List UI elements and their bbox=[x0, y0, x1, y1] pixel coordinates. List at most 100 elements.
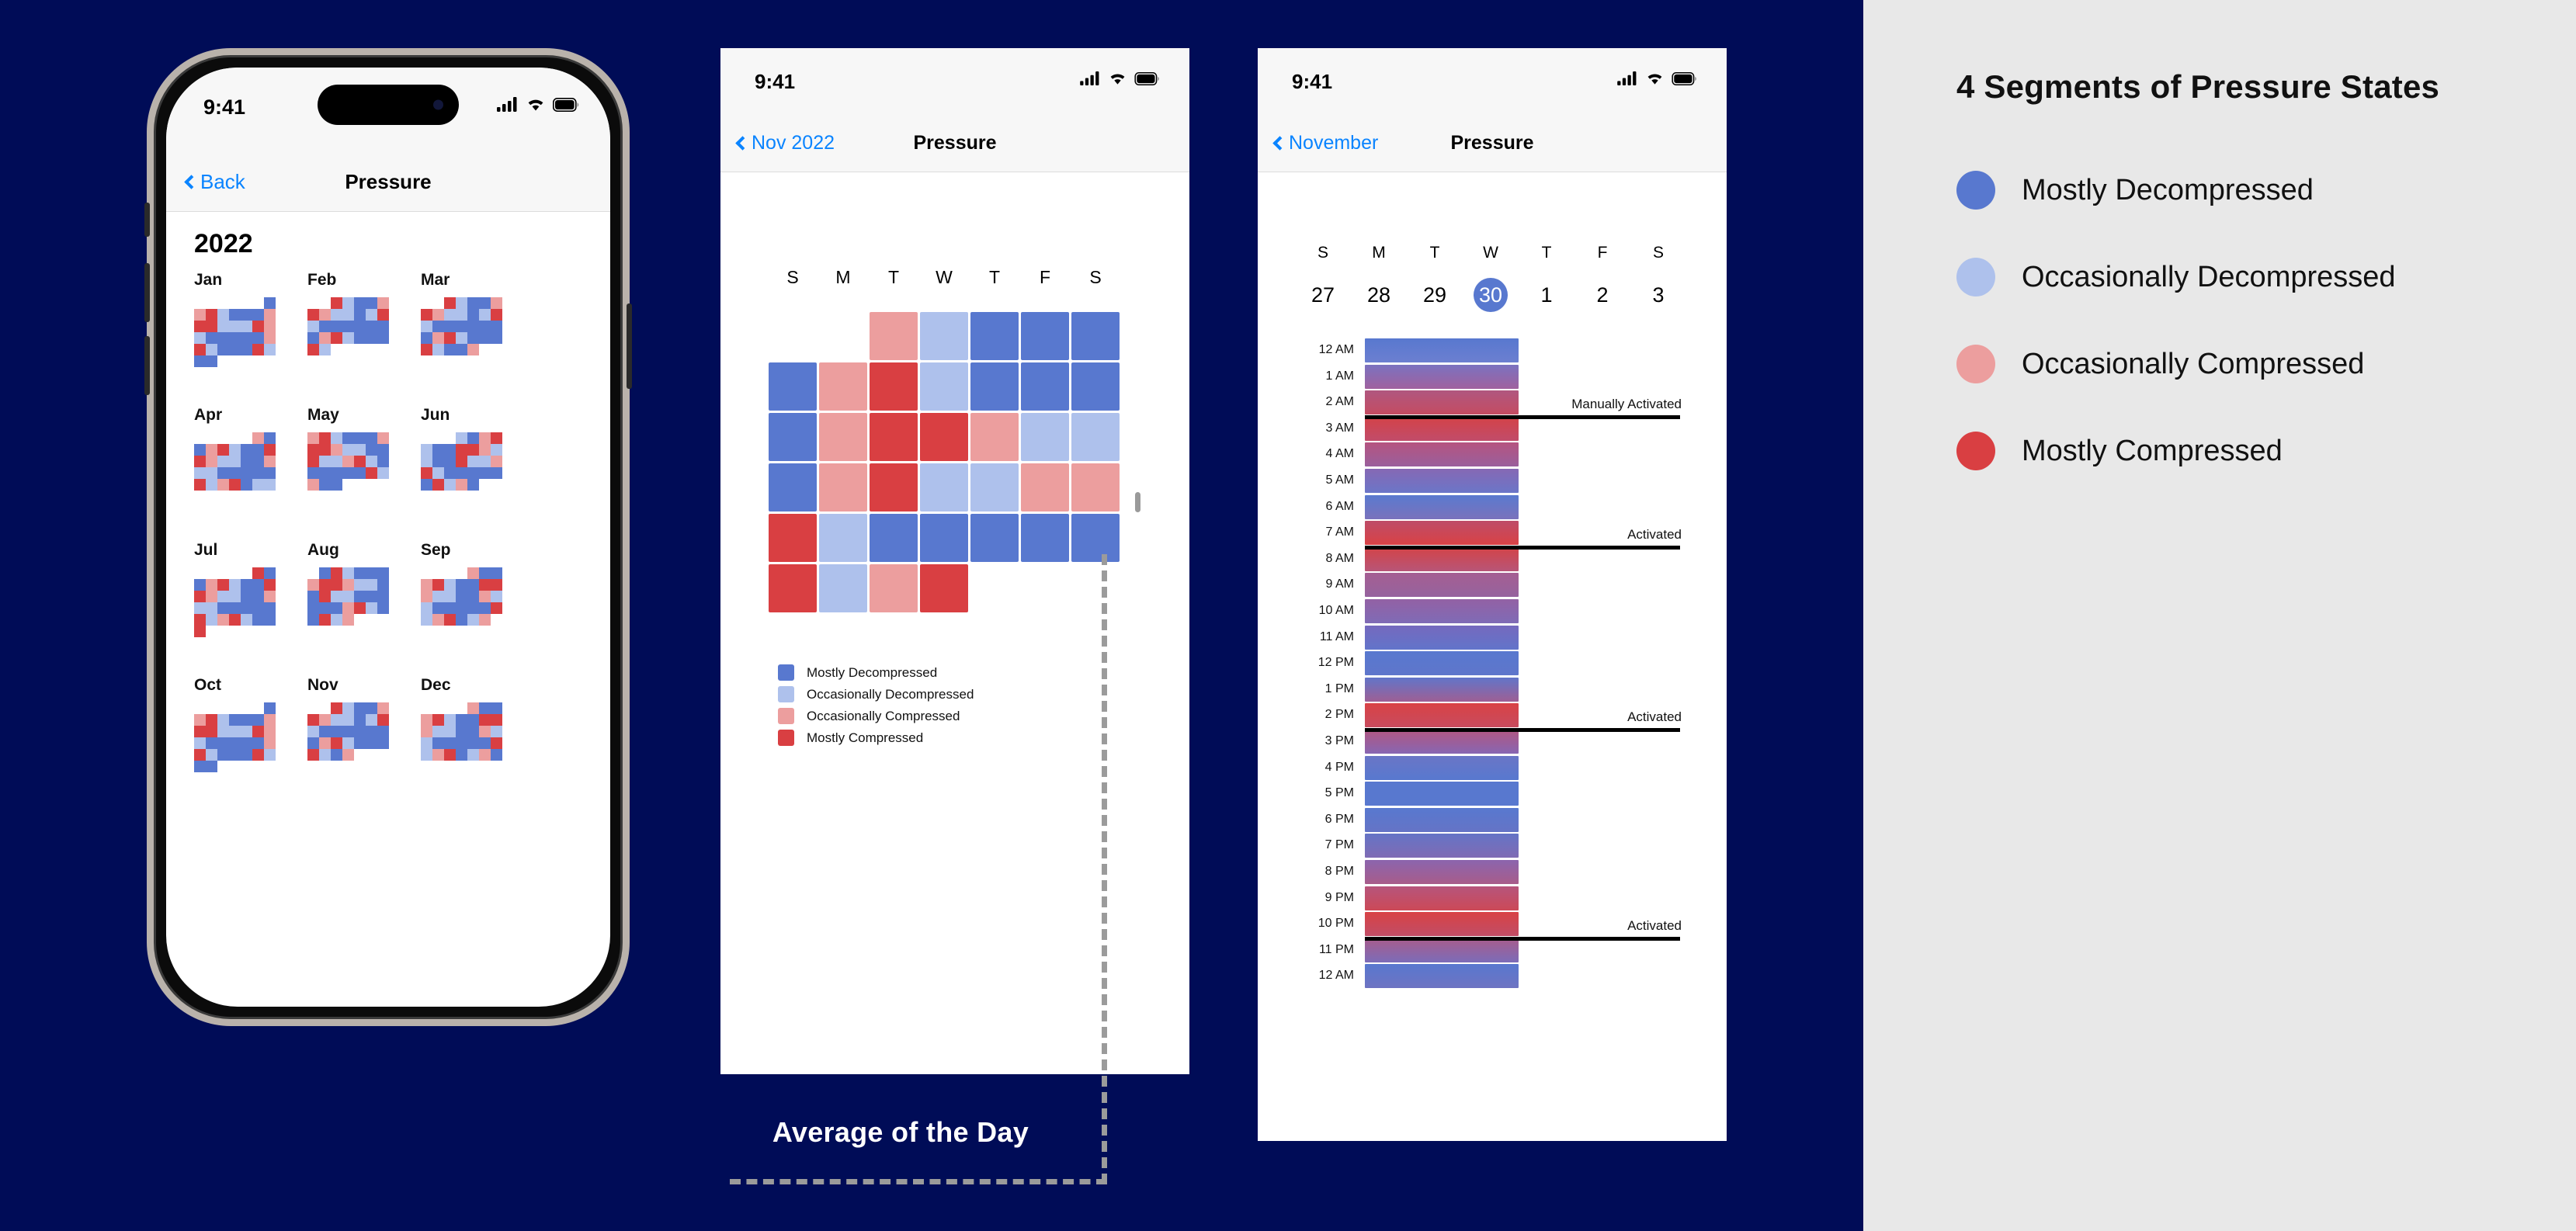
day-cell[interactable] bbox=[491, 332, 502, 344]
day-cell[interactable] bbox=[319, 579, 331, 591]
day-cell[interactable] bbox=[819, 564, 867, 612]
day-cell[interactable] bbox=[331, 579, 342, 591]
day-cell[interactable] bbox=[366, 602, 377, 614]
day-cell[interactable] bbox=[194, 591, 206, 602]
month-mini-calendar[interactable]: Aug bbox=[307, 541, 389, 626]
day-cell[interactable] bbox=[342, 726, 354, 737]
day-cell[interactable] bbox=[307, 321, 319, 332]
day-cell[interactable] bbox=[264, 737, 276, 749]
day-cell[interactable] bbox=[342, 602, 354, 614]
day-cell[interactable] bbox=[331, 614, 342, 626]
day-cell[interactable] bbox=[252, 749, 264, 761]
day-cell[interactable] bbox=[331, 297, 342, 309]
day-cell[interactable] bbox=[206, 444, 217, 456]
day-cell[interactable] bbox=[264, 456, 276, 467]
day-cell[interactable] bbox=[354, 444, 366, 456]
day-cell[interactable] bbox=[307, 749, 319, 761]
day-cell[interactable] bbox=[432, 309, 444, 321]
hour-pressure-bar[interactable] bbox=[1365, 834, 1519, 858]
day-cell[interactable] bbox=[354, 297, 366, 309]
day-cell[interactable] bbox=[479, 579, 491, 591]
day-cell[interactable] bbox=[206, 456, 217, 467]
day-cell[interactable] bbox=[217, 579, 229, 591]
day-cell[interactable] bbox=[319, 432, 331, 444]
day-cell[interactable] bbox=[342, 702, 354, 714]
day-cell[interactable] bbox=[217, 321, 229, 332]
hour-pressure-bar[interactable] bbox=[1365, 912, 1519, 937]
day-cell[interactable] bbox=[307, 726, 319, 737]
day-cell[interactable] bbox=[769, 463, 817, 511]
day-cell[interactable] bbox=[366, 321, 377, 332]
day-cell[interactable] bbox=[432, 467, 444, 479]
day-cell[interactable] bbox=[194, 626, 206, 637]
hour-pressure-bar[interactable] bbox=[1365, 599, 1519, 623]
day-cell[interactable] bbox=[331, 444, 342, 456]
day-cell[interactable] bbox=[342, 737, 354, 749]
day-cell[interactable] bbox=[377, 567, 389, 579]
day-cell[interactable] bbox=[307, 444, 319, 456]
day-cell[interactable] bbox=[264, 702, 276, 714]
day-cell[interactable] bbox=[870, 312, 918, 360]
day-cell[interactable] bbox=[342, 591, 354, 602]
day-cell[interactable] bbox=[354, 432, 366, 444]
hour-pressure-bar[interactable] bbox=[1365, 677, 1519, 702]
day-cell[interactable] bbox=[421, 749, 432, 761]
day-cell[interactable] bbox=[491, 591, 502, 602]
day-cell[interactable] bbox=[479, 749, 491, 761]
day-cell[interactable] bbox=[264, 321, 276, 332]
day-cell[interactable] bbox=[366, 726, 377, 737]
day-cell[interactable] bbox=[331, 702, 342, 714]
day-cell[interactable] bbox=[444, 749, 456, 761]
day-cell[interactable] bbox=[377, 297, 389, 309]
day-cell[interactable] bbox=[194, 761, 206, 772]
day-cell[interactable] bbox=[479, 467, 491, 479]
day-cell[interactable] bbox=[432, 456, 444, 467]
day-cell[interactable] bbox=[970, 362, 1019, 411]
day-cell[interactable] bbox=[366, 309, 377, 321]
day-cell[interactable] bbox=[870, 564, 918, 612]
day-cell[interactable] bbox=[252, 579, 264, 591]
day-cell[interactable] bbox=[444, 602, 456, 614]
day-cell[interactable] bbox=[319, 332, 331, 344]
hour-pressure-bar[interactable] bbox=[1365, 807, 1519, 832]
day-cell[interactable] bbox=[491, 702, 502, 714]
day-cell[interactable] bbox=[194, 309, 206, 321]
day-cell[interactable] bbox=[491, 749, 502, 761]
month-mini-calendar[interactable]: Apr bbox=[194, 406, 276, 491]
day-cell[interactable] bbox=[252, 332, 264, 344]
day-cell[interactable] bbox=[217, 456, 229, 467]
day-cell[interactable] bbox=[319, 714, 331, 726]
day-cell[interactable] bbox=[206, 467, 217, 479]
day-cell[interactable] bbox=[217, 749, 229, 761]
day-cell[interactable] bbox=[1071, 413, 1120, 461]
day-cell[interactable] bbox=[319, 444, 331, 456]
day-cell[interactable] bbox=[342, 749, 354, 761]
day-cell[interactable] bbox=[366, 579, 377, 591]
day-cell[interactable] bbox=[331, 309, 342, 321]
day-cell[interactable] bbox=[319, 726, 331, 737]
day-cell[interactable] bbox=[217, 467, 229, 479]
day-cell[interactable] bbox=[354, 579, 366, 591]
day-cell[interactable] bbox=[252, 456, 264, 467]
day-cell[interactable] bbox=[467, 309, 479, 321]
day-cell[interactable] bbox=[264, 467, 276, 479]
day-cell[interactable] bbox=[970, 514, 1019, 562]
day-cell[interactable] bbox=[920, 463, 968, 511]
day-cell[interactable] bbox=[331, 456, 342, 467]
day-cell[interactable] bbox=[456, 321, 467, 332]
day-cell[interactable] bbox=[206, 614, 217, 626]
day-cell[interactable] bbox=[1021, 413, 1069, 461]
day-cell[interactable] bbox=[432, 714, 444, 726]
day-cell[interactable] bbox=[444, 344, 456, 355]
day-cell[interactable] bbox=[479, 702, 491, 714]
day-cell[interactable] bbox=[194, 456, 206, 467]
day-cell[interactable] bbox=[491, 297, 502, 309]
day-cell[interactable] bbox=[377, 432, 389, 444]
hour-pressure-bar[interactable] bbox=[1365, 730, 1519, 754]
day-cell[interactable] bbox=[491, 714, 502, 726]
day-cell[interactable] bbox=[444, 297, 456, 309]
day-cell[interactable] bbox=[354, 332, 366, 344]
day-cell[interactable] bbox=[307, 332, 319, 344]
day-cell[interactable] bbox=[491, 726, 502, 737]
day-cell[interactable] bbox=[467, 321, 479, 332]
